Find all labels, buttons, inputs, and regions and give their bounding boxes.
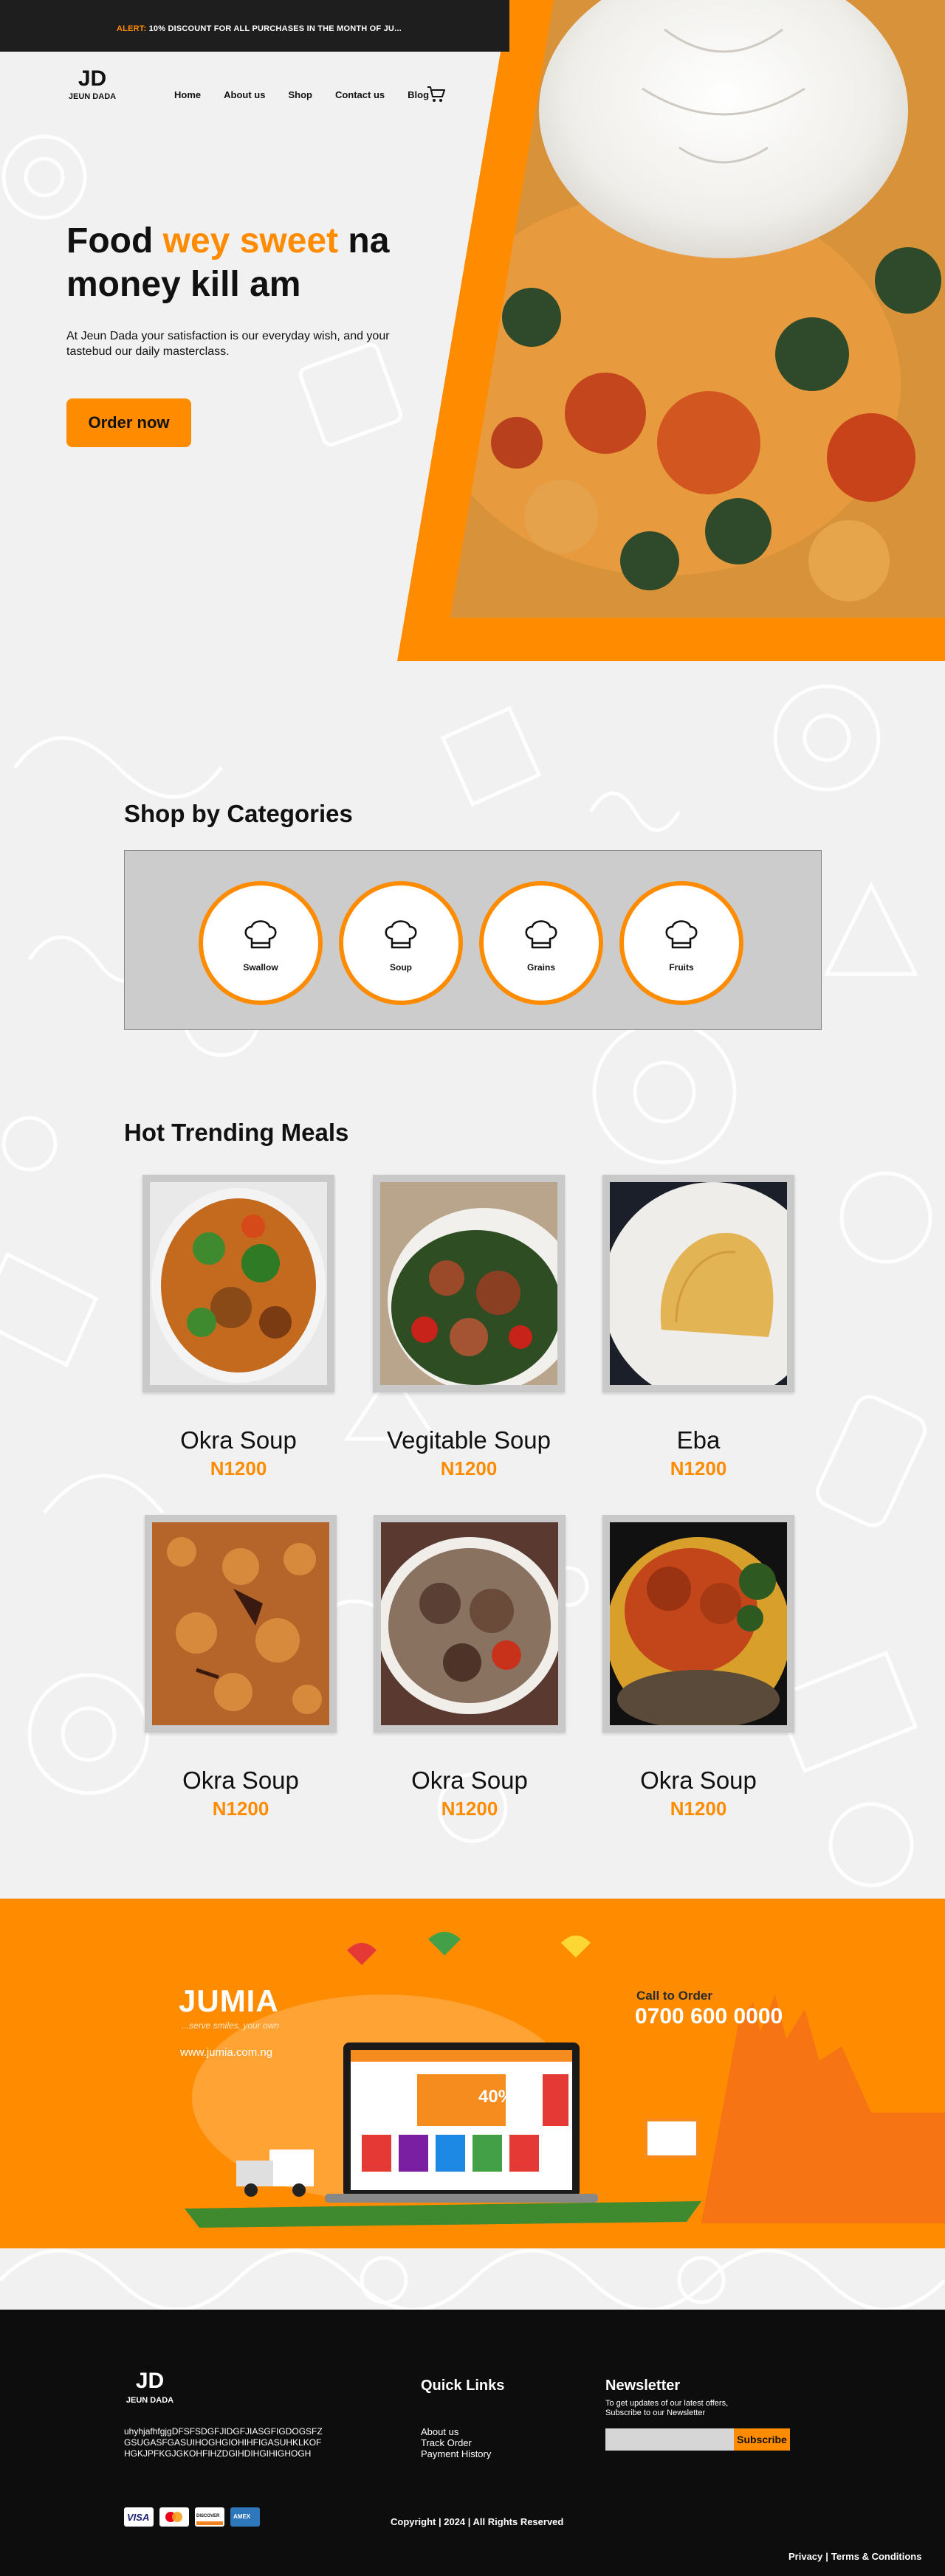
promo-banner[interactable]: JUMIA ...serve smiles, your own www.jumi… (0, 1899, 945, 2248)
quick-link-track-order[interactable]: Track Order (421, 2437, 491, 2448)
banner-tagline: ...serve smiles, your own (182, 2020, 280, 2031)
banner-brand: JUMIA (179, 1983, 279, 2018)
chef-hat-icon (385, 920, 417, 949)
logo-mark: JD (78, 66, 107, 91)
meal-image-vegitable-soup (380, 1182, 557, 1385)
meal-name: Okra Soup (640, 1767, 757, 1794)
copyright: Copyright | 2024 | All Rights Reserved (391, 2516, 564, 2527)
newsletter-title: Newsletter (605, 2378, 681, 2394)
visa-icon: VISA (124, 2507, 154, 2527)
meal-price: N1200 (212, 1798, 269, 1820)
cart-icon[interactable] (427, 86, 446, 103)
banner-call-label: Call to Order (636, 1989, 712, 2003)
category-label: Soup (390, 962, 412, 973)
meal-card[interactable]: Okra Soup N1200 (145, 1515, 337, 1820)
meal-card[interactable]: Vegitable Soup N1200 (373, 1175, 565, 1480)
meal-name: Okra Soup (411, 1767, 528, 1794)
meal-image-frame (602, 1175, 794, 1392)
hero-title-part1: Food (66, 221, 163, 260)
categories-title: Shop by Categories (124, 800, 353, 827)
meal-image-pepper-soup (381, 1522, 558, 1725)
discover-label: DISCOVER (196, 2514, 220, 2518)
meals-title: Hot Trending Meals (124, 1119, 349, 1146)
order-now-button[interactable]: Order now (66, 398, 191, 447)
meal-image-frame (145, 1515, 337, 1733)
category-label: Fruits (669, 962, 694, 973)
nav-shop[interactable]: Shop (288, 89, 312, 100)
subscribe-button[interactable]: Subscribe (734, 2428, 790, 2451)
footer-logo[interactable]: JD JEUN DADA (124, 2369, 176, 2406)
hero-title-accent: wey sweet (162, 221, 339, 260)
alert-label: ALERT: (117, 24, 147, 33)
chef-hat-icon (244, 920, 277, 949)
nav-home[interactable]: Home (174, 89, 201, 100)
page: ALERT: 10% DISCOUNT FOR ALL PURCHASES IN… (0, 0, 945, 2576)
newsletter-email-input[interactable] (605, 2428, 734, 2451)
alert-message: 10% DISCOUNT FOR ALL PURCHASES IN THE MO… (148, 24, 402, 33)
meal-image-frame (602, 1515, 794, 1733)
meal-card[interactable]: Okra Soup N1200 (374, 1515, 566, 1820)
meal-price: N1200 (441, 1798, 498, 1820)
category-label: Grains (526, 962, 555, 973)
nav-about-us[interactable]: About us (224, 89, 265, 100)
quick-links-title: Quick Links (421, 2378, 505, 2394)
category-label: Swallow (243, 962, 278, 973)
categories-panel: Swallow Soup Grains Fruits (124, 850, 822, 1030)
category-grains[interactable]: Grains (479, 881, 603, 1005)
logo[interactable]: JD JEUN DADA (66, 66, 118, 102)
chef-hat-icon (665, 920, 698, 949)
nav-blog[interactable]: Blog (408, 89, 429, 100)
meal-price: N1200 (670, 1457, 727, 1479)
footer-logo-name: JEUN DADA (126, 2396, 174, 2405)
banner-discount: 40% (478, 2087, 515, 2107)
footer-about-text: uhyhjafhfgjgDFSFSDGFJIDGFJIASGFIGDOGSFZG… (124, 2426, 323, 2459)
alert-bar: ALERT: 10% DISCOUNT FOR ALL PURCHASES IN… (0, 0, 509, 52)
meal-price: N1200 (670, 1798, 727, 1820)
category-swallow[interactable]: Swallow (199, 881, 323, 1005)
hero-title: Food wey sweet na money kill am (66, 220, 480, 306)
newsletter-text: To get updates of our latest offers, Sub… (605, 2399, 729, 2418)
meal-image-egusi-soup (610, 1522, 787, 1725)
discover-icon: DISCOVER (195, 2507, 224, 2527)
meal-name: Okra Soup (180, 1426, 297, 1454)
legal-links: Privacy | Terms & Conditions (788, 2551, 922, 2562)
category-fruits[interactable]: Fruits (619, 881, 743, 1005)
meal-image-frame (374, 1515, 566, 1733)
meal-image-eba (610, 1182, 787, 1385)
meal-image-okra-soup (150, 1182, 327, 1385)
amex-label: AMEX (233, 2513, 251, 2520)
meal-name: Eba (676, 1426, 721, 1454)
quick-links-list: About us Track Order Payment History (421, 2426, 491, 2459)
amex-icon: AMEX (230, 2507, 260, 2527)
terms-link[interactable]: Terms & Conditions (831, 2551, 922, 2562)
quick-link-payment-history[interactable]: Payment History (421, 2448, 491, 2459)
meal-name: Vegitable Soup (386, 1426, 551, 1454)
meal-image-jollof-rice (152, 1522, 329, 1725)
meal-price: N1200 (210, 1457, 267, 1479)
meal-card[interactable]: Okra Soup N1200 (602, 1515, 794, 1820)
footer: JD JEUN DADA uhyhjafhfgjgDFSFSDGFJIDGFJI… (0, 2310, 945, 2576)
banner-url: www.jumia.com.ng (180, 2046, 273, 2059)
footer-logo-mark: JD (135, 2369, 165, 2393)
chef-hat-icon (525, 920, 557, 949)
meal-image-frame (373, 1175, 565, 1392)
alert-text: ALERT: 10% DISCOUNT FOR ALL PURCHASES IN… (117, 24, 402, 33)
jumia-ad-image (185, 1932, 945, 2228)
meal-card[interactable]: Okra Soup N1200 (142, 1175, 334, 1480)
quick-link-about-us[interactable]: About us (421, 2426, 491, 2437)
hero-subtitle: At Jeun Dada your satisfaction is our ev… (66, 330, 390, 358)
logo-name: JEUN DADA (68, 92, 117, 101)
mastercard-icon (159, 2507, 189, 2527)
meal-name: Okra Soup (182, 1767, 299, 1794)
visa-label: VISA (127, 2512, 150, 2523)
banner-phone: 0700 600 0000 (635, 2004, 783, 2028)
meal-card[interactable]: Eba N1200 (602, 1175, 794, 1480)
meal-price: N1200 (440, 1457, 498, 1479)
meal-image-frame (142, 1175, 334, 1392)
main-nav: Home About us Shop Contact us Blog (174, 89, 452, 100)
category-soup[interactable]: Soup (339, 881, 463, 1005)
privacy-link[interactable]: Privacy (788, 2551, 822, 2562)
nav-contact-us[interactable]: Contact us (335, 89, 385, 100)
payment-methods: VISA DISCOVER AMEX (124, 2507, 260, 2527)
